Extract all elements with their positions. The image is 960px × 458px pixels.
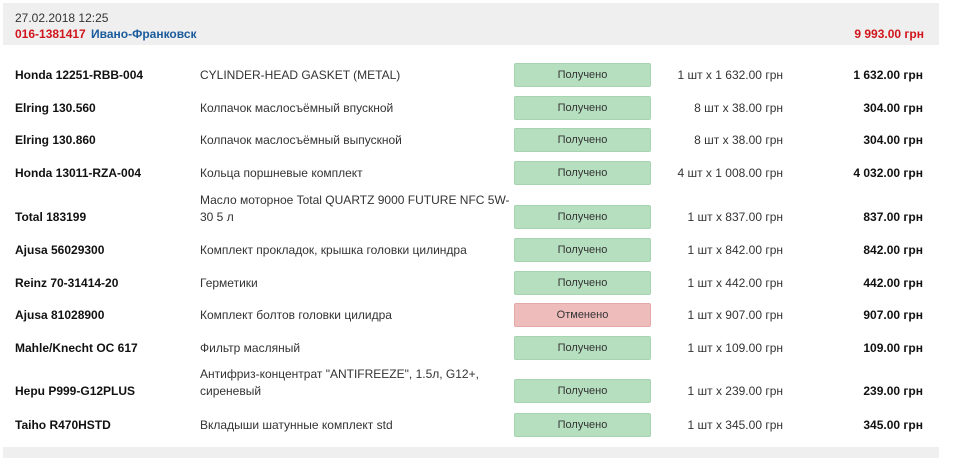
item-code[interactable]: Hepu P999-G12PLUS <box>15 384 195 398</box>
item-code[interactable]: Elring 130.860 <box>15 133 195 147</box>
item-code[interactable]: Ajusa 56029300 <box>15 243 195 257</box>
item-quantity-price: 1 шт x 907.00 грн <box>687 308 783 322</box>
item-sum: 1 632.00 грн <box>853 68 923 82</box>
item-name: Фильтр масляный <box>200 341 301 355</box>
item-quantity-price: 1 шт x 239.00 грн <box>687 384 783 398</box>
order-card: 27.02.2018 12:25 016-1381417 Ивано-Франк… <box>3 3 939 458</box>
item-sum: 4 032.00 грн <box>853 166 923 180</box>
item-quantity-price: 1 шт x 442.00 грн <box>687 276 783 290</box>
item-sum: 109.00 грн <box>863 341 923 355</box>
item-code[interactable]: Total 183199 <box>15 210 195 224</box>
item-sum: 907.00 грн <box>863 308 923 322</box>
item-name: Комплект болтов головки цилидра <box>200 308 392 322</box>
item-sum: 837.00 грн <box>863 210 923 224</box>
item-sum: 442.00 грн <box>863 276 923 290</box>
item-quantity-price: 8 шт x 38.00 грн <box>694 133 783 147</box>
item-sum: 239.00 грн <box>863 384 923 398</box>
item-code[interactable]: Reinz 70-31414-20 <box>15 276 195 290</box>
item-name: Вкладыши шатунные комплект std <box>200 418 393 432</box>
item-name: Колпачок маслосъёмный выпускной <box>200 133 402 147</box>
item-sum: 345.00 грн <box>863 418 923 432</box>
item-code[interactable]: Honda 13011-RZA-004 <box>15 166 195 180</box>
order-date: 27.02.2018 12:25 <box>15 11 109 25</box>
order-number[interactable]: 016-1381417 <box>15 27 86 41</box>
item-name: Кольца поршневые комплект <box>200 166 363 180</box>
item-quantity-price: 1 шт x 109.00 грн <box>687 341 783 355</box>
item-quantity-price: 4 шт x 1 008.00 грн <box>677 166 783 180</box>
order-city[interactable]: Ивано-Франковск <box>91 27 197 41</box>
item-name: Комплект прокладок, крышка головки цилин… <box>200 243 467 257</box>
item-code[interactable]: Taiho R470HSTD <box>15 418 195 432</box>
item-sum: 842.00 грн <box>863 243 923 257</box>
item-quantity-price: 8 шт x 38.00 грн <box>694 101 783 115</box>
item-name: CYLINDER-HEAD GASKET (METAL) <box>200 68 401 82</box>
item-quantity-price: 1 шт x 345.00 грн <box>687 418 783 432</box>
item-name: Герметики <box>200 276 258 290</box>
item-name: Колпачок маслосъёмный впускной <box>200 101 394 115</box>
order-footer-bar <box>3 447 939 458</box>
item-code[interactable]: Elring 130.560 <box>15 101 195 115</box>
item-code[interactable]: Mahle/Knecht OC 617 <box>15 341 195 355</box>
item-quantity-price: 1 шт x 1 632.00 грн <box>677 68 783 82</box>
item-name: Антифриз-концентрат "ANTIFREEZE", 1.5л, … <box>200 367 479 398</box>
item-code[interactable]: Honda 12251-RBB-004 <box>15 68 195 82</box>
order-header: 27.02.2018 12:25 016-1381417 Ивано-Франк… <box>3 3 939 45</box>
order-total: 9 993.00 грн <box>854 27 924 41</box>
item-sum: 304.00 грн <box>863 133 923 147</box>
item-sum: 304.00 грн <box>863 101 923 115</box>
item-quantity-price: 1 шт x 837.00 грн <box>687 210 783 224</box>
item-code[interactable]: Ajusa 81028900 <box>15 308 195 322</box>
item-name: Масло моторное Total QUARTZ 9000 FUTURE … <box>200 193 510 224</box>
item-quantity-price: 1 шт x 842.00 грн <box>687 243 783 257</box>
